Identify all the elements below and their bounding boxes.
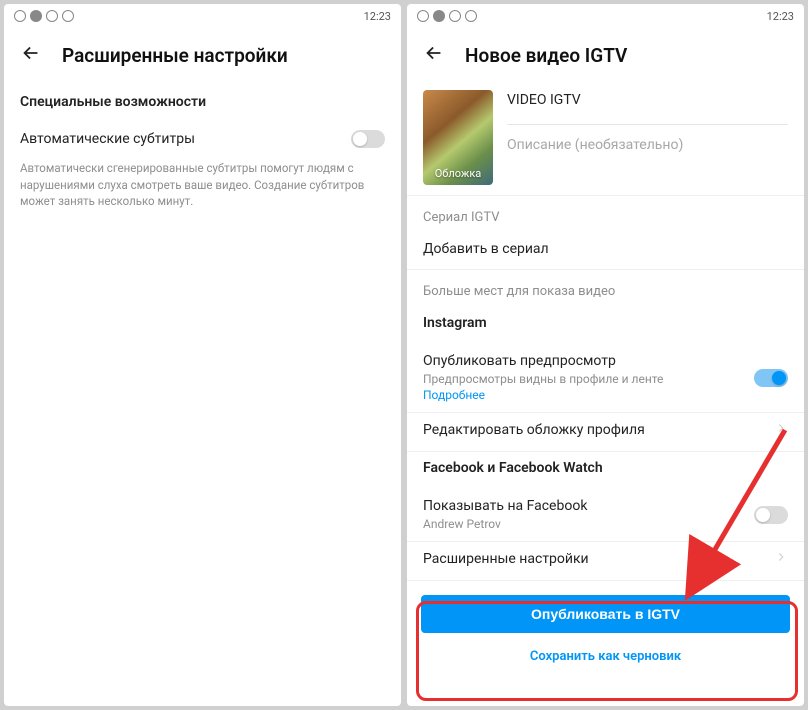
cover-label: Обложка [435, 162, 482, 185]
divider [507, 124, 788, 125]
chevron-right-icon [774, 550, 788, 568]
add-to-series-label: Добавить в сериал [423, 241, 549, 257]
status-time: 12:23 [364, 10, 391, 23]
facebook-section-label: Facebook и Facebook Watch [407, 452, 804, 488]
video-title-field[interactable]: VIDEO IGTV [507, 92, 788, 108]
edit-cover-row[interactable]: Редактировать обложку профиля [407, 413, 804, 451]
back-icon[interactable] [20, 42, 42, 68]
bottom-actions: Опубликовать в IGTV Сохранить как чернов… [407, 581, 804, 684]
subtitles-hint: Автоматически сгенерированные субтитры п… [4, 158, 401, 220]
publish-button[interactable]: Опубликовать в IGTV [421, 595, 790, 633]
publish-preview-row[interactable]: Опубликовать предпросмотр Предпросмотры … [407, 343, 804, 412]
cover-thumbnail[interactable]: Обложка [423, 90, 493, 185]
instagram-label: Instagram [407, 307, 804, 343]
status-time: 12:23 [767, 10, 794, 23]
preview-toggle[interactable] [754, 369, 788, 387]
advanced-settings-row[interactable]: Расширенные настройки [407, 542, 804, 580]
right-phone: 12:23 Новое видео IGTV Обложка VIDEO IGT… [407, 4, 804, 706]
video-header: Обложка VIDEO IGTV Описание (необязатель… [407, 86, 804, 195]
facebook-toggle[interactable] [754, 506, 788, 524]
show-fb-label: Показывать на Facebook [423, 498, 587, 514]
page-title: Расширенные настройки [62, 44, 288, 67]
fb-account-name: Andrew Petrov [423, 517, 587, 531]
status-bar: 12:23 [407, 4, 804, 28]
auto-subtitles-label: Автоматические субтитры [20, 131, 195, 147]
app-bar: Новое видео IGTV [407, 28, 804, 86]
more-places-label: Больше мест для показа видео [407, 270, 804, 307]
save-draft-link[interactable]: Сохранить как черновик [421, 643, 790, 670]
preview-label: Опубликовать предпросмотр [423, 353, 663, 369]
page-title: Новое видео IGTV [465, 44, 627, 67]
status-bar: 12:23 [4, 4, 401, 28]
accessibility-section: Специальные возможности [4, 86, 401, 120]
auto-subtitles-toggle[interactable] [351, 130, 385, 148]
back-icon[interactable] [423, 42, 445, 68]
status-icons [417, 10, 477, 22]
video-info: VIDEO IGTV Описание (необязательно) [507, 90, 788, 185]
show-on-facebook-row[interactable]: Показывать на Facebook Andrew Petrov [407, 488, 804, 541]
advanced-label: Расширенные настройки [423, 551, 589, 567]
description-field[interactable]: Описание (необязательно) [507, 137, 788, 153]
chevron-right-icon [774, 421, 788, 439]
preview-more-link[interactable]: Подробнее [423, 388, 663, 402]
add-to-series-row[interactable]: Добавить в сериал [407, 233, 804, 269]
left-phone: 12:23 Расширенные настройки Специальные … [4, 4, 401, 706]
status-icons [14, 10, 74, 22]
preview-sub: Предпросмотры видны в профиле и ленте [423, 372, 663, 386]
edit-cover-label: Редактировать обложку профиля [423, 422, 645, 438]
auto-subtitles-row[interactable]: Автоматические субтитры [4, 120, 401, 158]
app-bar: Расширенные настройки [4, 28, 401, 86]
series-section-label: Сериал IGTV [407, 196, 804, 233]
